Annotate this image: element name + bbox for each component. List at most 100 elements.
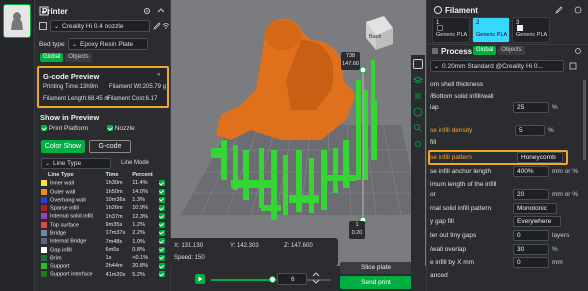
layer-slider-top-handle[interactable] — [359, 66, 367, 74]
legend-row-time: 6m5s — [105, 246, 120, 253]
legend-row-type: Gap infill — [40, 246, 105, 254]
plate-thumbnail[interactable] — [3, 4, 31, 38]
filament-slot-2[interactable]: 2 Generic PLA — [472, 17, 510, 43]
settings-icon[interactable] — [413, 139, 423, 149]
line-type-select-value: Line Type — [53, 160, 82, 167]
bed-type-select[interactable]: ⌄ Epoxy Resin Plate — [68, 38, 148, 50]
legend-row-percent: 1.2% — [132, 221, 145, 228]
setting-value-field[interactable]: 25 — [513, 102, 549, 113]
checkbox-checked-icon — [158, 254, 165, 261]
gcode-button[interactable]: G-code — [89, 140, 131, 153]
legend-row-type: Overhang wall — [40, 196, 105, 204]
layer-spinner[interactable]: 6 — [277, 273, 307, 285]
legend-row-toggle[interactable] — [158, 221, 169, 229]
legend-row-type: Brim — [40, 254, 105, 262]
collapse-icon[interactable]: « — [157, 72, 160, 78]
legend-row-name: Overhang wall — [50, 197, 86, 204]
checkbox-checked-icon — [158, 271, 165, 278]
layers-icon[interactable] — [413, 75, 423, 85]
legend-row-toggle[interactable] — [158, 179, 169, 187]
filament-cost: Filament Cost:6.17 — [107, 96, 158, 102]
tab-global[interactable]: Global — [40, 53, 64, 62]
setting-label: rnal solid infill pattern — [430, 205, 492, 212]
legend-row-type: Internal Bridge — [40, 237, 105, 245]
legend-row-percent: 0.8% — [132, 246, 145, 253]
filament-color-swatch — [437, 25, 443, 31]
info-icon[interactable] — [413, 107, 423, 117]
wifi-icon[interactable] — [162, 22, 170, 30]
legend-row-toggle[interactable] — [158, 188, 169, 196]
legend-row-toggle[interactable] — [158, 204, 169, 212]
collapse-icon[interactable] — [157, 7, 165, 15]
line-mode-label[interactable]: Line Mode — [121, 160, 149, 166]
filament-slot-1[interactable]: 1 Generic PLA — [432, 17, 470, 43]
legend-row-name: Outer wall — [50, 188, 76, 195]
legend-row: Inner wall 1h30m 11.4% — [40, 179, 169, 187]
playback-handle[interactable] — [269, 276, 276, 283]
legend-row-percent: 20.8% — [132, 263, 149, 270]
setting-row: e infill by X mm 0 mm — [427, 256, 588, 270]
view-cube[interactable] — [366, 16, 393, 50]
gear-icon[interactable] — [143, 7, 151, 15]
legend-row-toggle[interactable] — [158, 196, 169, 204]
filament-slot-number: 2 — [476, 20, 480, 26]
viewport-tool-column — [411, 55, 425, 291]
filament-sync-icon[interactable] — [574, 6, 582, 14]
filament-slot-label: Generic PLA — [516, 32, 548, 38]
setting-row: /wall overlap 30% — [427, 243, 588, 257]
setting-value-field[interactable]: 0 — [513, 257, 549, 268]
legend-row-time: 1h26m — [105, 205, 123, 212]
legend-row-name: Sparse infill — [50, 205, 79, 212]
setting-value-field[interactable]: 0 — [513, 230, 549, 241]
process-icon — [431, 47, 439, 55]
slice-plate-button[interactable]: Slice plate — [340, 262, 412, 274]
checkbox-checked-icon — [41, 125, 47, 132]
send-print-button[interactable]: Send print — [340, 276, 412, 289]
nozzle-checkbox[interactable]: Nozzle — [107, 125, 135, 132]
legend-row-time: 9m35s — [105, 221, 123, 228]
process-preset-select[interactable]: ⌄ 0.20mm Standard @Creality Hi 0... — [430, 60, 564, 72]
coord-z: Z: 147.600 — [284, 243, 313, 249]
layer-view-icon[interactable] — [413, 59, 423, 69]
setting-row: rnal solid infill pattern Monotonic — [427, 202, 588, 216]
filament-slot-3[interactable]: 3 Generic PLA — [512, 17, 550, 43]
settings-scrollbar[interactable] — [583, 80, 586, 160]
play-button[interactable] — [195, 274, 205, 284]
spinner-arrows-icon[interactable] — [311, 271, 321, 285]
setting-value-field[interactable]: 400% — [513, 166, 549, 177]
legend-color-swatch — [41, 229, 47, 236]
legend-row-toggle[interactable] — [158, 212, 169, 220]
model-body — [216, 18, 356, 140]
printer-select[interactable]: ⌄ Creality Hi 0.4 nozzle — [50, 20, 150, 32]
setting-value-field[interactable]: Everywhere — [513, 216, 561, 227]
line-type-select[interactable]: ⌄ Line Type — [41, 158, 111, 169]
setting-row: y gap fill Everywhere — [427, 215, 588, 229]
setting-value-field[interactable]: 30 — [513, 244, 549, 255]
object-list-icon[interactable] — [413, 91, 423, 101]
process-tab-global[interactable]: Global — [473, 46, 497, 55]
preset-save-icon[interactable] — [569, 62, 577, 70]
legend-row-type: Outer wall — [40, 188, 105, 196]
print-platform-checkbox[interactable]: Print Platform — [41, 125, 88, 132]
process-tab-objects[interactable]: Objects — [498, 46, 525, 55]
process-preset-value: 0.20mm Standard @Creality Hi 0... — [442, 62, 543, 70]
gcode-preview-box: G-code Preview « Printing Time:13h9m Fil… — [37, 66, 169, 108]
filament-edit-icon[interactable] — [555, 6, 563, 14]
legend-row-toggle[interactable] — [158, 229, 169, 237]
legend-color-swatch — [41, 221, 47, 228]
setting-value-field[interactable]: Monotonic — [513, 203, 557, 214]
search-icon[interactable] — [413, 123, 423, 133]
edit-icon[interactable] — [153, 22, 161, 30]
process-settings-icon[interactable] — [574, 47, 582, 55]
legend-row: Top surface 9m35s 1.2% — [40, 221, 169, 229]
layer-top-height: 147.60 — [342, 61, 359, 67]
setting-value-field[interactable]: 20 — [513, 189, 549, 200]
process-title: Process — [441, 47, 473, 56]
tab-objects[interactable]: Objects — [65, 53, 92, 62]
color-show-button[interactable]: Color Show — [41, 140, 85, 153]
filament-weight: Filament Wt:205.79 g — [109, 84, 167, 90]
legend-row-toggle[interactable] — [158, 271, 169, 279]
setting-label: or — [430, 191, 436, 198]
setting-value-field[interactable]: 5 — [515, 125, 545, 136]
setting-unit: mm or % — [552, 191, 578, 198]
